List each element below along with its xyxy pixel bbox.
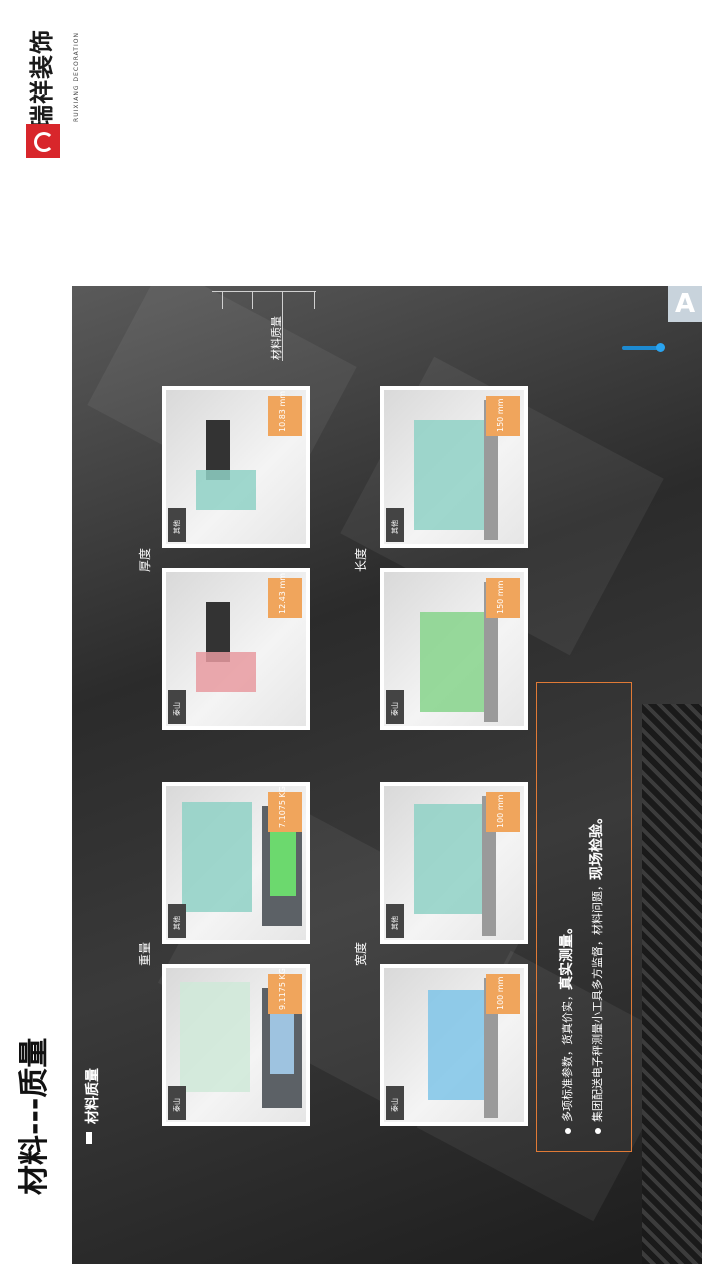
note-line-1: 多项标准参数，货真价实，真实测量。 [556,920,576,1134]
notes-box [536,682,632,1152]
background-hedge [642,704,702,1264]
measurement-badge: 100 mm [486,792,520,832]
photo-card[interactable]: 其他 100 mm [380,782,528,944]
measurement-badge: 10.83 mm [268,391,302,436]
photo-card[interactable]: 其他 10.83 mm [162,386,310,548]
logo-subtitle: RUIXIANG DECORATION [73,32,80,122]
page-title: 材料---质量 [17,1037,52,1195]
divider [252,291,253,309]
note-line-2: 集团配送电子秤测量小工具多方监督，材料问题，现场检验。 [586,810,606,1134]
a-badge-icon[interactable]: A [668,286,702,322]
photo-card[interactable]: 泰山 100 mm [380,964,528,1126]
section-bar [86,1132,92,1144]
category-thickness: 厚度 [138,547,152,572]
measurement-badge: 9.1175 KG [268,968,302,1014]
divider [314,291,315,309]
photo-card[interactable]: 泰山 150 mm [380,568,528,730]
brand-tag: 泰山 [386,690,404,724]
brand-tag: 其他 [386,508,404,542]
photo-card[interactable]: 其他 7.1075 KG [162,782,310,944]
side-label: 材料质量 [270,316,283,360]
divider [222,291,223,309]
brand-tag: 泰山 [168,690,186,724]
brand-tag: 其他 [168,904,186,938]
photo-card[interactable]: 泰山 12.43 mm [162,568,310,730]
category-length: 长度 [354,547,368,572]
measurement-badge: 7.1075 KG [268,786,302,832]
slider-icon[interactable] [622,343,665,352]
photo-card[interactable]: 其他 150 mm [380,386,528,548]
section-title: 材料质量 [85,1068,101,1124]
logo-mark-icon [26,124,60,158]
brand-tag: 泰山 [386,1086,404,1120]
measurement-badge: 150 mm [486,578,520,618]
measurement-badge: 100 mm [486,974,520,1014]
divider [212,291,316,292]
brand-tag: 泰山 [168,1086,186,1120]
photo-card[interactable]: 泰山 9.1175 KG [162,964,310,1126]
company-logo: 瑞祥装饰 RUIXIANG DECORATION [18,28,80,168]
logo-name: 瑞祥装饰 [28,29,56,129]
measurement-badge: 12.43 mm [268,573,302,618]
brand-tag: 其他 [168,508,186,542]
measurement-badge: 150 mm [486,396,520,436]
brand-tag: 其他 [386,904,404,938]
category-width: 宽度 [354,941,368,966]
category-weight: 重量 [138,941,152,966]
